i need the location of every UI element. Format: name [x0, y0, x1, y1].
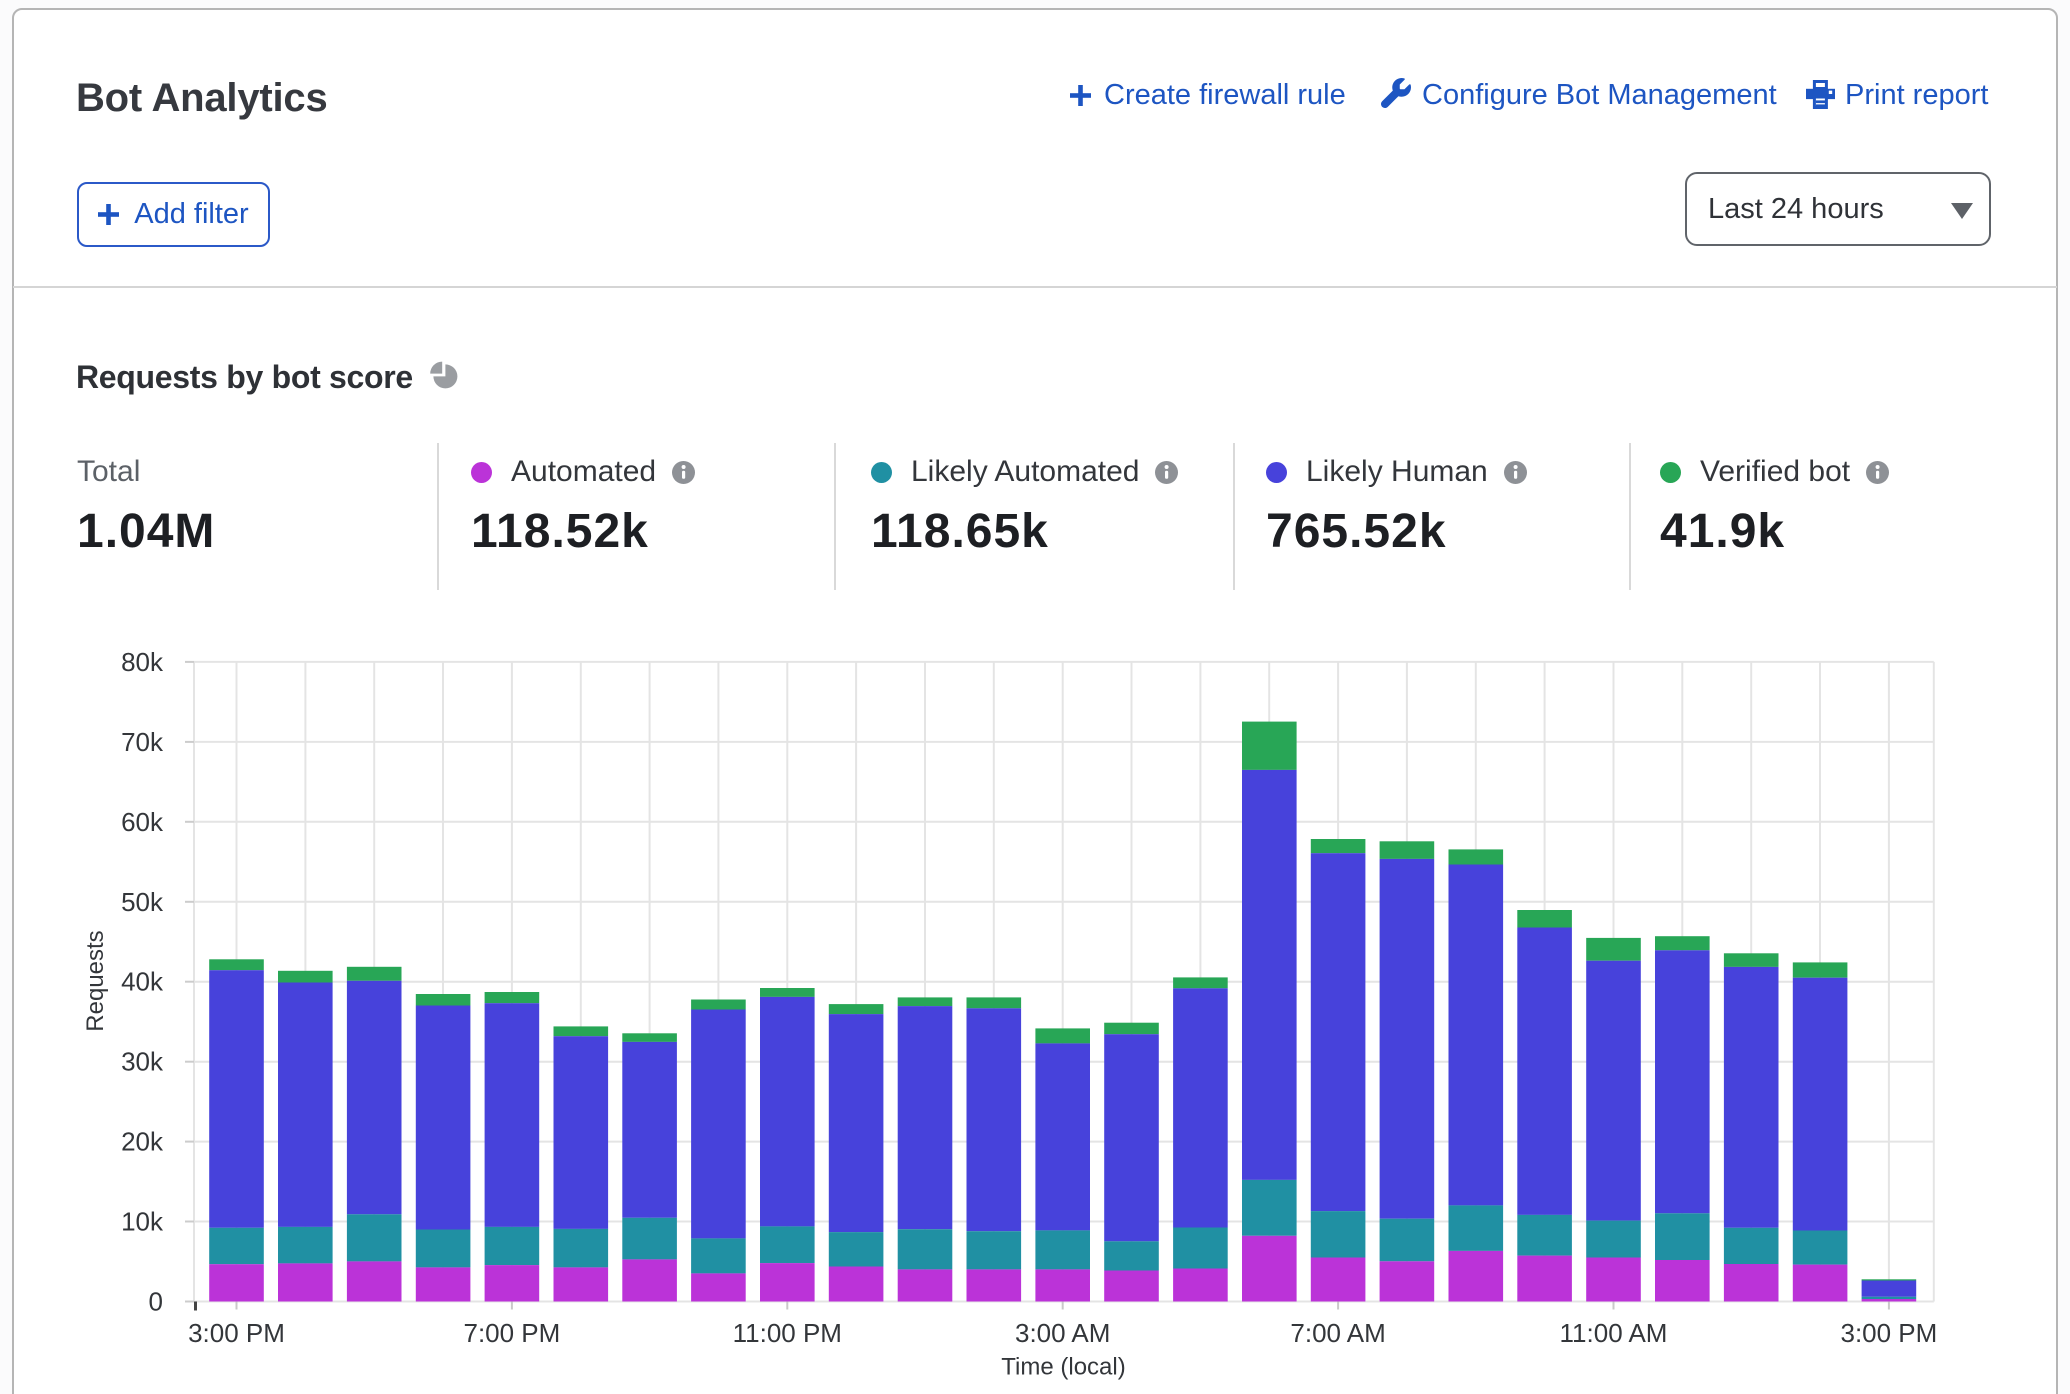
svg-text:11:00 PM: 11:00 PM [733, 1318, 842, 1348]
svg-text:Time (local): Time (local) [1001, 1354, 1125, 1381]
svg-text:Requests: Requests [82, 930, 109, 1031]
svg-text:30k: 30k [121, 1047, 164, 1077]
svg-text:80k: 80k [121, 647, 164, 677]
svg-text:60k: 60k [121, 807, 164, 837]
svg-text:11:00 AM: 11:00 AM [1560, 1318, 1668, 1348]
svg-text:40k: 40k [121, 967, 164, 997]
svg-text:20k: 20k [121, 1127, 164, 1157]
svg-text:3:00 PM: 3:00 PM [188, 1318, 285, 1348]
svg-text:7:00 PM: 7:00 PM [463, 1318, 560, 1348]
svg-text:0: 0 [149, 1287, 163, 1317]
svg-text:3:00 PM: 3:00 PM [1840, 1318, 1937, 1348]
svg-text:7:00 AM: 7:00 AM [1290, 1318, 1385, 1348]
svg-text:50k: 50k [121, 887, 164, 917]
svg-text:70k: 70k [121, 727, 164, 757]
svg-text:3:00 AM: 3:00 AM [1015, 1318, 1110, 1348]
svg-text:10k: 10k [121, 1207, 164, 1237]
